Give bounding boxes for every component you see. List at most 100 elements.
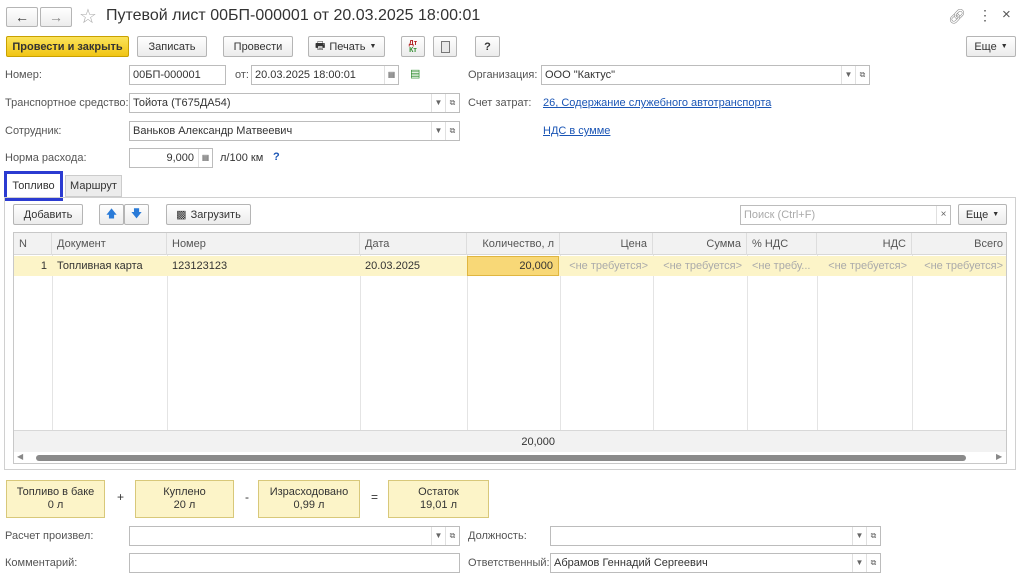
chevron-down-icon: ▼	[369, 43, 377, 50]
calculator-icon[interactable]: ▦	[198, 149, 212, 167]
minus-sign: -	[245, 490, 249, 504]
cell-document: Топливная карта	[57, 260, 143, 272]
more-vertical-icon[interactable]: ⋮	[978, 7, 992, 24]
vehicle-label: Транспортное средство:	[5, 97, 129, 109]
org-field[interactable]: ООО "Кактус" ▼ ⧉	[541, 65, 870, 85]
arrow-down-icon: 🡇	[130, 208, 143, 220]
comment-label: Комментарий:	[5, 557, 78, 569]
add-button[interactable]: Добавить	[13, 204, 83, 225]
more-button[interactable]: Еще ▼	[966, 36, 1016, 57]
arrow-right-icon: →	[49, 9, 63, 25]
plus-sign: +	[117, 490, 125, 504]
chevron-down-icon[interactable]: ▼	[431, 94, 445, 112]
open-icon[interactable]: ⧉	[866, 554, 880, 572]
vehicle-field[interactable]: Тойота (Т675ДА54) ▼ ⧉	[129, 93, 460, 113]
col-total[interactable]: Всего	[912, 233, 1006, 255]
col-vat[interactable]: НДС	[817, 233, 912, 255]
col-price[interactable]: Цена	[560, 233, 653, 255]
number-field[interactable]: 00БП-000001	[129, 65, 226, 85]
cell-quantity[interactable]: 20,000	[467, 256, 559, 276]
date-select-icon[interactable]: ▤	[410, 67, 420, 80]
dt-kt-button[interactable]: Дт Кт	[401, 36, 425, 57]
window-title: Путевой лист 00БП-000001 от 20.03.2025 1…	[106, 7, 481, 24]
norm-help-icon[interactable]: ?	[273, 151, 280, 163]
org-label: Организация:	[468, 69, 538, 81]
document-icon	[440, 40, 450, 53]
close-icon[interactable]: ×	[1002, 6, 1011, 23]
help-button[interactable]: ?	[475, 36, 500, 57]
calc-by-field[interactable]: ▼ ⧉	[129, 526, 460, 546]
chevron-down-icon[interactable]: ▼	[852, 527, 866, 545]
cell-total: <не требуется>	[924, 260, 1003, 272]
report-button[interactable]	[433, 36, 457, 57]
rest-value: 19,01 л	[419, 499, 457, 511]
open-icon[interactable]: ⧉	[445, 122, 459, 140]
save-button[interactable]: Записать	[137, 36, 207, 57]
table-row[interactable]: 1 Топливная карта 123123123 20.03.2025 2…	[14, 256, 1006, 276]
fuel-in-tank-label: Топливо в баке	[16, 486, 95, 498]
used-value: 0,99 л	[293, 499, 325, 511]
back-button[interactable]: ←	[6, 7, 38, 27]
scroll-right-icon[interactable]: ▶	[996, 452, 1002, 461]
col-vat-pct[interactable]: % НДС	[747, 233, 817, 255]
tab-route-label: Маршрут	[70, 180, 117, 192]
scrollbar-thumb[interactable]	[36, 455, 966, 461]
col-number[interactable]: Номер	[167, 233, 360, 255]
employee-field[interactable]: Ваньков Александр Матвеевич ▼ ⧉	[129, 121, 460, 141]
scroll-left-icon[interactable]: ◀	[17, 452, 23, 461]
cell-price: <не требуется>	[569, 260, 648, 272]
col-date[interactable]: Дата	[360, 233, 467, 255]
norm-unit: л/100 км	[220, 152, 264, 164]
chevron-down-icon[interactable]: ▼	[841, 66, 855, 84]
qr-code-icon: ▩	[176, 209, 187, 221]
bought-label: Куплено	[163, 486, 206, 498]
fuel-in-tank-value: 0 л	[47, 499, 64, 511]
col-document[interactable]: Документ	[52, 233, 167, 255]
cell-date: 20.03.2025	[365, 260, 421, 272]
open-icon[interactable]: ⧉	[445, 527, 459, 545]
cell-number: 123123123	[172, 260, 228, 272]
dt-kt-icon: Дт Кт	[408, 39, 418, 54]
position-field[interactable]: ▼ ⧉	[550, 526, 881, 546]
search-placeholder: Поиск (Ctrl+F)	[744, 209, 816, 221]
responsible-field[interactable]: Абрамов Геннадий Сергеевич ▼ ⧉	[550, 553, 881, 573]
open-icon[interactable]: ⧉	[866, 527, 880, 545]
open-icon[interactable]: ⧉	[445, 94, 459, 112]
clear-icon[interactable]: ×	[936, 206, 950, 224]
bought-value: 20 л	[173, 499, 196, 511]
vat-link[interactable]: НДС в сумме	[543, 125, 610, 137]
responsible-label: Ответственный:	[468, 557, 550, 569]
load-button[interactable]: ▩ Загрузить	[166, 204, 251, 225]
post-and-close-button[interactable]: Провести и закрыть	[6, 36, 129, 57]
chevron-down-icon: ▼	[992, 211, 1000, 218]
comment-field[interactable]	[129, 553, 460, 573]
search-input[interactable]: Поиск (Ctrl+F) ×	[740, 205, 951, 225]
post-button[interactable]: Провести	[223, 36, 293, 57]
cell-n: 1	[40, 260, 47, 272]
rest-label: Остаток	[418, 486, 459, 498]
chevron-down-icon[interactable]: ▼	[852, 554, 866, 572]
calendar-icon[interactable]: ▦	[384, 66, 398, 84]
chevron-down-icon[interactable]: ▼	[431, 527, 445, 545]
link-icon[interactable]: 🔗︎	[948, 8, 966, 25]
rest-box: Остаток 19,01 л	[388, 480, 489, 518]
table-more-button[interactable]: Еще ▼	[958, 204, 1007, 225]
col-n[interactable]: N	[14, 233, 52, 255]
tab-route[interactable]: Маршрут	[65, 175, 122, 197]
open-icon[interactable]: ⧉	[855, 66, 869, 84]
forward-button[interactable]: →	[40, 7, 72, 27]
arrow-up-icon: 🡅	[105, 208, 118, 220]
move-down-button[interactable]: 🡇	[124, 204, 149, 225]
col-sum[interactable]: Сумма	[653, 233, 747, 255]
horizontal-scrollbar[interactable]: ◀ ▶	[14, 452, 1006, 463]
account-link[interactable]: 26, Содержание служебного автотранспорта	[543, 97, 771, 109]
print-button[interactable]: 🖶 Печать ▼	[308, 36, 385, 57]
norm-field[interactable]: 9,000 ▦	[129, 148, 213, 168]
norm-label: Норма расхода:	[5, 152, 87, 164]
favorite-star-icon[interactable]: ☆	[79, 4, 97, 29]
col-quantity[interactable]: Количество, л	[467, 233, 560, 255]
chevron-down-icon[interactable]: ▼	[431, 122, 445, 140]
date-field[interactable]: 20.03.2025 18:00:01 ▦	[251, 65, 399, 85]
move-up-button[interactable]: 🡅	[99, 204, 124, 225]
date-value: 20.03.2025 18:00:01	[255, 69, 356, 81]
